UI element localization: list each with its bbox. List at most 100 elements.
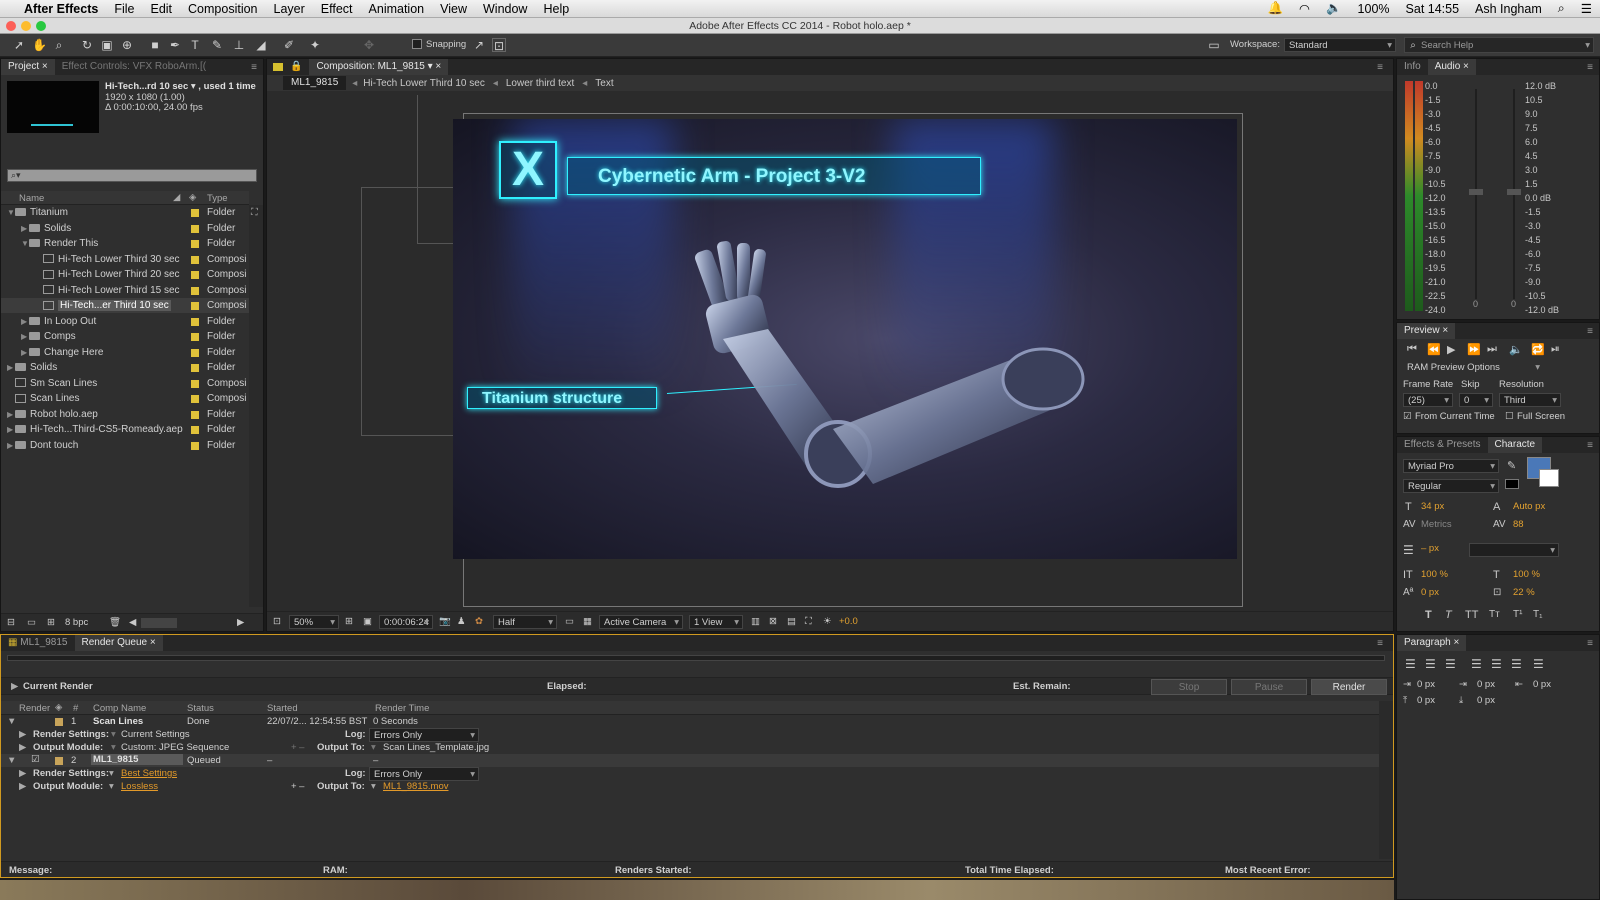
menu-composition[interactable]: Composition [180, 2, 265, 16]
label-color[interactable] [191, 255, 199, 264]
dropdown-icon[interactable]: ▾ [111, 729, 116, 740]
pan-behind-tool-icon[interactable]: ⊕ [120, 38, 134, 52]
new-folder-icon[interactable]: ▭ [27, 617, 36, 628]
expand-icon[interactable]: ▶ [21, 221, 29, 236]
align-right-icon[interactable]: ☰ [1445, 657, 1456, 671]
col-comp-name[interactable]: Comp Name [93, 703, 146, 714]
font-family-select[interactable]: Myriad Pro [1403, 459, 1499, 474]
menu-edit[interactable]: Edit [142, 2, 180, 16]
all-caps-icon[interactable]: TT [1465, 609, 1478, 621]
tab-audio[interactable]: Audio × [1427, 59, 1476, 75]
panel-menu-icon[interactable]: ≡ [1587, 326, 1599, 337]
render-checkbox[interactable]: ☑ [31, 754, 40, 765]
tab-render-queue[interactable]: Render Queue × [74, 635, 163, 651]
label-color[interactable] [55, 718, 63, 726]
transparency-grid-icon[interactable]: ▦ [583, 616, 592, 627]
vertical-scale-value[interactable]: 100 % [1421, 569, 1448, 580]
panel-menu-icon[interactable]: ≡ [1587, 638, 1599, 649]
expand-icon[interactable]: ▶ [19, 742, 26, 753]
audio-slider-thumb-right[interactable] [1507, 189, 1521, 195]
clone-tool-icon[interactable]: ⊥ [232, 38, 246, 52]
tab-project[interactable]: Project × [1, 59, 55, 75]
render-queue-scrollbar[interactable] [1379, 701, 1393, 859]
space-before-value[interactable]: 0 px [1417, 695, 1435, 706]
ram-preview-icon[interactable]: ⏯ [1551, 343, 1560, 356]
indent-right-value[interactable]: 0 px [1533, 679, 1551, 690]
justify-left-icon[interactable]: ☰ [1471, 657, 1482, 671]
stroke-color-swatch[interactable] [1539, 469, 1559, 487]
label-color[interactable] [191, 441, 199, 450]
font-size-value[interactable]: 34 px [1421, 501, 1444, 512]
loop-icon[interactable]: 🔁 [1531, 343, 1545, 356]
user-name[interactable]: Ash Ingham [1467, 2, 1550, 16]
pen-tool-icon[interactable]: ✒ [168, 38, 182, 52]
label-color[interactable] [191, 395, 199, 403]
faux-bold-icon[interactable]: T [1425, 609, 1432, 621]
label-color[interactable] [191, 410, 199, 419]
dropdown-icon[interactable]: ▾ [371, 742, 376, 753]
audio-toggle-icon[interactable]: 🔈 [1509, 343, 1523, 356]
project-item[interactable]: Hi-Tech...er Third 10 sec Composi [1, 298, 249, 313]
project-item[interactable]: Hi-Tech Lower Third 20 sec Composi [1, 267, 249, 282]
first-frame-icon[interactable]: ⏮ [1407, 343, 1417, 356]
render-button[interactable]: Render [1311, 679, 1387, 695]
align-center-icon[interactable]: ☰ [1425, 657, 1436, 671]
trash-icon[interactable]: 🗑 [109, 617, 121, 628]
project-item[interactable]: Scan Lines Composi [1, 391, 249, 406]
expand-icon[interactable]: ▶ [19, 768, 26, 779]
black-swatch[interactable] [1505, 479, 1519, 489]
justify-all-icon[interactable]: ☰ [1533, 657, 1544, 671]
tab-preview[interactable]: Preview × [1397, 323, 1456, 339]
align-left-icon[interactable]: ☰ [1405, 657, 1416, 671]
render-item-row[interactable]: ▼ ☑ 2 ML1_9815 Queued – – [1, 754, 1379, 767]
interpret-footage-icon[interactable]: ⊟ [7, 617, 15, 628]
roto-brush-tool-icon[interactable]: ✐ [282, 38, 296, 52]
from-current-time-checkbox[interactable]: ☑ [1403, 411, 1412, 422]
eyedropper-icon[interactable]: ✎ [1507, 459, 1516, 472]
output-module-value[interactable]: Lossless [121, 781, 158, 792]
label-color[interactable] [191, 302, 199, 310]
brush-tool-icon[interactable]: ✎ [210, 38, 224, 52]
new-comp-icon[interactable]: ⊞ [47, 617, 55, 628]
view-layout-select[interactable]: 1 View [689, 615, 743, 630]
collapse-icon[interactable]: ▼ [21, 236, 29, 251]
project-item[interactable]: Hi-Tech Lower Third 30 sec Composi [1, 252, 249, 267]
project-item[interactable]: ▶ Solids Folder [1, 221, 249, 236]
tsume-value[interactable]: 22 % [1513, 587, 1535, 598]
resolution-select[interactable]: Third [1499, 393, 1561, 408]
dropdown-icon[interactable]: ▾ [109, 781, 114, 792]
frame-rate-select[interactable]: (25) [1403, 393, 1453, 408]
tab-effect-controls[interactable]: Effect Controls: VFX RoboArm.[( [55, 59, 213, 75]
flowchart-icon[interactable]: ⛶ [251, 207, 258, 218]
tab-character[interactable]: Characte [1487, 437, 1543, 453]
render-settings-value[interactable]: Best Settings [121, 768, 177, 779]
menu-effect[interactable]: Effect [313, 2, 361, 16]
snap-features-icon[interactable]: ⊡ [492, 38, 506, 53]
breadcrumb-item-2[interactable]: Lower third text [506, 78, 574, 89]
output-to-value[interactable]: ML1_9815.mov [383, 781, 448, 792]
minimize-window-button[interactable] [21, 21, 31, 31]
timeline-icon[interactable]: ▤ [787, 616, 796, 627]
horizontal-scroll-thumb[interactable] [141, 618, 177, 628]
label-color[interactable] [191, 379, 199, 388]
pause-button[interactable]: Pause [1231, 679, 1307, 695]
breadcrumb-item-1[interactable]: Hi-Tech Lower Third 10 sec [363, 78, 485, 89]
collapse-icon[interactable]: ▼ [7, 716, 16, 727]
channel-icon[interactable]: ✿ [475, 616, 483, 627]
sort-icon[interactable]: ◢ [173, 192, 180, 203]
camera-select[interactable]: Active Camera [599, 615, 683, 630]
font-style-select[interactable]: Regular [1403, 479, 1499, 494]
project-item[interactable]: ▶ Dont touch Folder [1, 438, 249, 453]
rotate-tool-icon[interactable]: ↻ [80, 38, 94, 52]
exposure-reset-icon[interactable]: ☀ [823, 616, 832, 627]
scroll-left-icon[interactable]: ◀ [129, 617, 136, 628]
label-color[interactable] [191, 426, 199, 434]
superscript-icon[interactable]: T¹ [1513, 609, 1522, 620]
label-col-icon[interactable]: ◈ [55, 702, 62, 713]
toggle-pixel-aspect-icon[interactable]: ▥ [751, 616, 760, 627]
clock[interactable]: Sat 14:55 [1398, 2, 1468, 16]
expand-icon[interactable]: ▶ [7, 438, 15, 453]
zoom-window-button[interactable] [36, 21, 46, 31]
label-color[interactable] [191, 224, 199, 233]
zoom-tool-icon[interactable]: ⌕ [52, 38, 66, 52]
